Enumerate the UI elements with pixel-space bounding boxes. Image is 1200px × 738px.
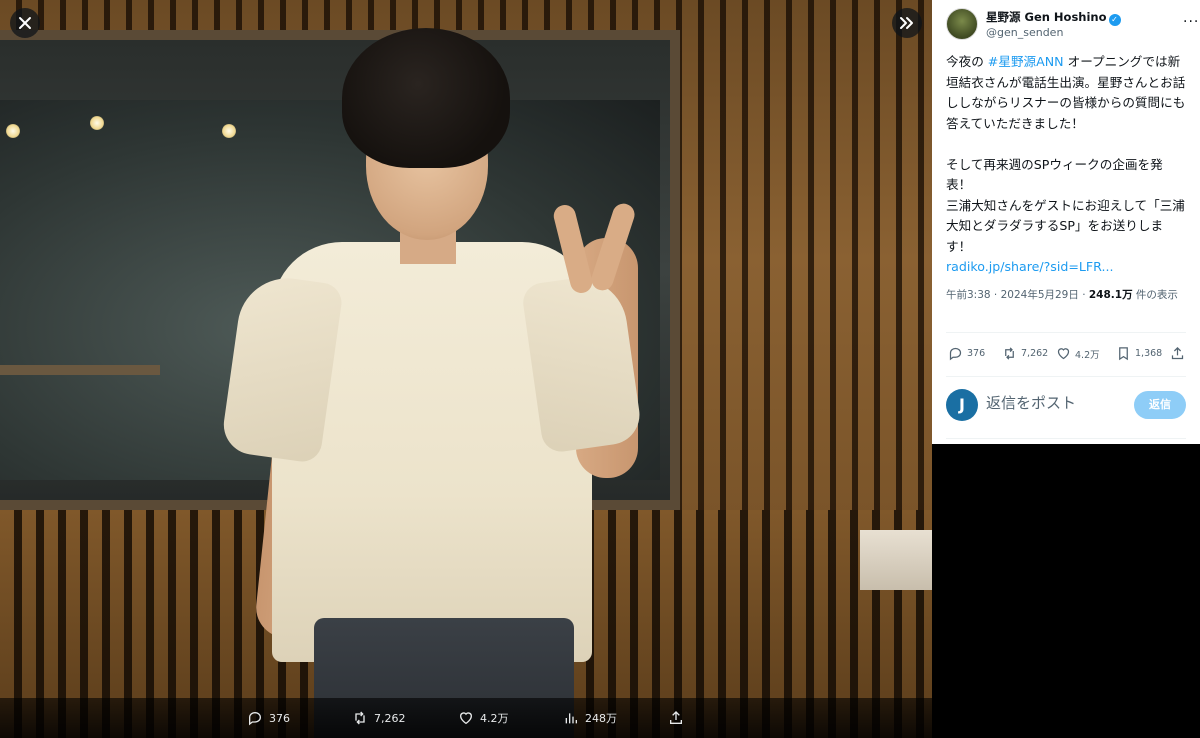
media-views-count: 248万 [585, 712, 617, 725]
reply-composer: J 返信 [946, 388, 1186, 422]
close-icon [19, 17, 31, 29]
media-repost-count: 7,262 [374, 711, 406, 725]
divider [946, 376, 1186, 377]
media-views-button[interactable]: 248万 [563, 710, 617, 726]
sidebar-lower-area [932, 444, 1200, 738]
lamp [6, 124, 20, 138]
author-avatar[interactable] [946, 8, 978, 40]
divider [946, 438, 1186, 439]
post-paragraph-2: そして再来週のSPウィークの企画を発表！ [946, 156, 1163, 193]
toggle-sidebar-button[interactable] [892, 8, 922, 38]
repost-count: 7,262 [1021, 348, 1049, 359]
radiko-link[interactable]: radiko.jp/share/?sid=LFR... [946, 259, 1113, 274]
media-action-bar: 376 7,262 4.2万 248万 [0, 698, 932, 738]
repost-icon [1005, 347, 1014, 360]
hair [342, 28, 510, 168]
post-actions: 376 7,262 4.2万 1,368 [946, 346, 1186, 366]
view-count: 248.1万 [1088, 289, 1133, 301]
repost-icon [355, 711, 365, 725]
media-share-button[interactable] [668, 710, 684, 726]
close-button[interactable] [10, 8, 40, 38]
bookmark-button[interactable]: 1,368 [1116, 346, 1162, 361]
author-name[interactable]: 星野源 Gen Hoshino [986, 10, 1107, 24]
heart-icon [1057, 348, 1070, 360]
reply-icon [249, 711, 262, 726]
reply-input[interactable] [986, 394, 1126, 412]
media-reply-count: 376 [269, 711, 290, 725]
verified-badge-icon: ✓ [1108, 14, 1121, 26]
repost-button[interactable]: 7,262 [1002, 346, 1048, 361]
heart-icon [459, 712, 473, 725]
post-media-viewer: 376 7,262 4.2万 248万 星野源 Gen Hoshino ✓ @g… [0, 0, 1200, 738]
media-like-count: 4.2万 [480, 712, 509, 725]
author-name-row[interactable]: 星野源 Gen Hoshino ✓ [986, 9, 1121, 26]
share-button[interactable] [1170, 346, 1185, 361]
share-icon [1171, 346, 1184, 360]
like-count: 4.2万 [1075, 349, 1100, 361]
studio-shelf [0, 365, 160, 375]
post-photo[interactable]: 376 7,262 4.2万 248万 [0, 0, 932, 738]
post-timestamp[interactable]: 午前3:38 · 2024年5月29日 · [946, 289, 1089, 301]
person [219, 28, 662, 738]
post-paragraph-3: 三浦大知さんをゲストにお迎えして「三浦大知とダラダラするSP」をお送りします！ [946, 197, 1185, 254]
media-like-button[interactable]: 4.2万 [458, 710, 509, 726]
like-button[interactable]: 4.2万 [1056, 346, 1100, 361]
bookmark-icon [1119, 347, 1128, 361]
reply-icon [949, 347, 962, 361]
post-detail-sidebar: 星野源 Gen Hoshino ✓ @gen_senden ··· 今夜の #星野… [932, 0, 1200, 738]
more-options-icon[interactable]: ··· [1183, 14, 1199, 30]
current-user-avatar[interactable]: J [946, 389, 978, 421]
post-author: 星野源 Gen Hoshino ✓ @gen_senden ··· [946, 8, 1198, 42]
divider [946, 332, 1186, 333]
bookmark-count: 1,368 [1135, 348, 1163, 359]
media-repost-button[interactable]: 7,262 [352, 710, 406, 726]
hashtag-link[interactable]: #星野源ANN [988, 54, 1064, 69]
media-reply-button[interactable]: 376 [247, 710, 290, 726]
reply-submit-button[interactable]: 返信 [1134, 391, 1186, 419]
post-meta: 午前3:38 · 2024年5月29日 · 248.1万 件の表示 [946, 289, 1178, 301]
reply-count: 376 [967, 348, 986, 359]
lamp [90, 116, 104, 130]
post-text: 今夜の #星野源ANN オープニングでは新垣結衣さんが電話生出演。星野さんとお話… [946, 54, 1186, 274]
author-handle[interactable]: @gen_senden [986, 26, 1063, 39]
reply-button[interactable]: 376 [948, 346, 985, 361]
analytics-icon [565, 713, 577, 724]
studio-table [860, 530, 932, 590]
share-icon [670, 711, 682, 724]
chevron-right-double-icon [900, 17, 913, 29]
